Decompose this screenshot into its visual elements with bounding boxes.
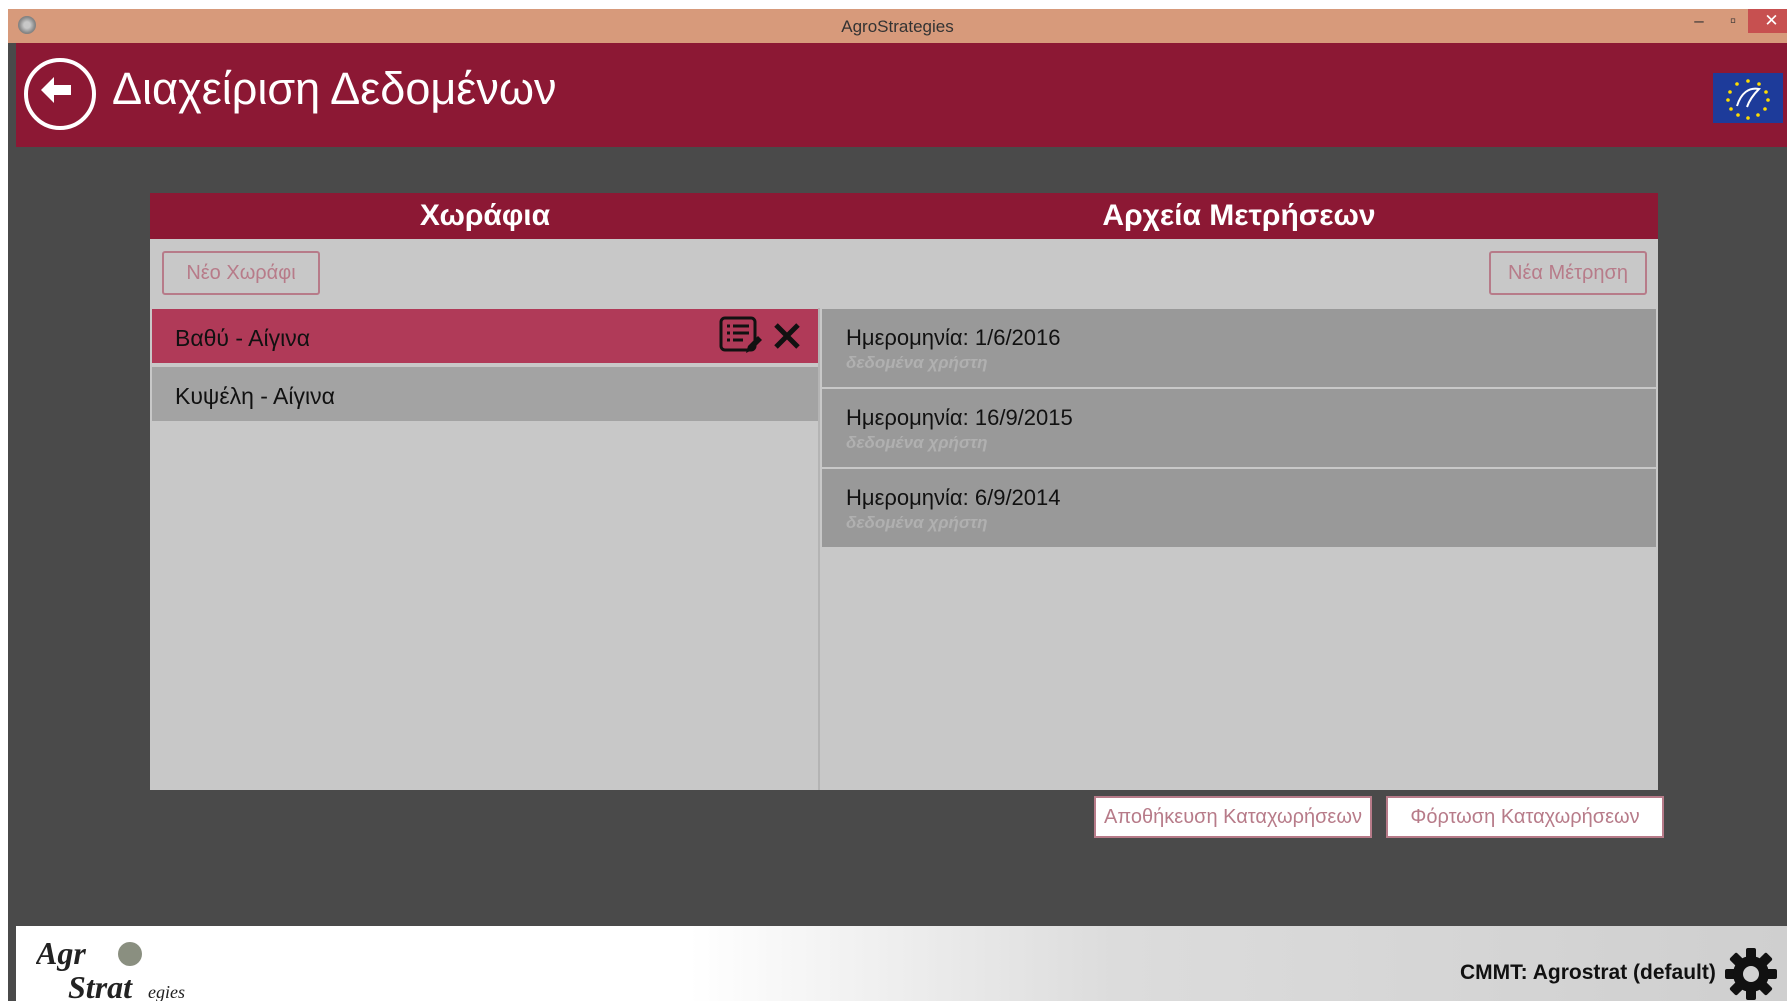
measurement-date: Ημερομηνία: 1/6/2016 <box>846 325 1061 350</box>
measurement-source: δεδομένα χρήστη <box>846 433 988 452</box>
measurement-item[interactable]: Ημερομηνία: 1/6/2016 δεδομένα χρήστη <box>822 309 1656 387</box>
field-item-selected[interactable]: Βαθύ - Αίγινα <box>152 309 818 363</box>
back-button[interactable] <box>24 58 96 130</box>
window-title: AgroStrategies <box>841 17 954 36</box>
measurement-item[interactable]: Ημερομηνία: 6/9/2014 δεδομένα χρήστη <box>822 469 1656 547</box>
footer-bar: Agr Strat egies CMMT: Agrostrat (default… <box>16 926 1787 1001</box>
cmmt-status: CMMT: Agrostrat (default) <box>1460 961 1716 984</box>
panel-divider <box>818 308 820 790</box>
fields-heading: Χωράφια <box>150 193 820 239</box>
measurements-heading: Αρχεία Μετρήσεων <box>820 193 1658 239</box>
measurement-source: δεδομένα χρήστη <box>846 513 988 532</box>
minimize-button[interactable]: – <box>1684 9 1714 33</box>
life-eu-logo <box>1713 73 1783 123</box>
measurement-date: Ημερομηνία: 6/9/2014 <box>846 485 1061 510</box>
title-bar: AgroStrategies – ▫ ✕ <box>8 9 1787 43</box>
new-measurement-button[interactable]: Νέα Μέτρηση <box>1489 251 1647 295</box>
maximize-button[interactable]: ▫ <box>1718 9 1748 33</box>
svg-text:Agr: Agr <box>36 935 86 971</box>
measurement-source: δεδομένα χρήστη <box>846 353 988 372</box>
measurement-date: Ημερομηνία: 16/9/2015 <box>846 405 1073 430</box>
measurement-item[interactable]: Ημερομηνία: 16/9/2015 δεδομένα χρήστη <box>822 389 1656 467</box>
page-header: Διαχείριση Δεδομένων <box>16 43 1787 147</box>
field-item-label: Βαθύ - Αίγινα <box>175 325 311 351</box>
data-panel: Χωράφια Αρχεία Μετρήσεων Νέο Χωράφι Νέα … <box>150 193 1658 790</box>
save-entries-button[interactable]: Αποθήκευση Καταχωρήσεων <box>1094 796 1372 838</box>
load-entries-button[interactable]: Φόρτωση Καταχωρήσεων <box>1386 796 1664 838</box>
back-arrow-icon <box>41 77 71 103</box>
settings-gear-icon[interactable] <box>1723 946 1779 1001</box>
edit-list-icon[interactable] <box>718 315 762 357</box>
delete-field-icon[interactable] <box>772 321 802 351</box>
close-window-button[interactable]: ✕ <box>1748 9 1787 33</box>
app-window: AgroStrategies – ▫ ✕ Διαχείριση Δεδομένω… <box>8 9 1787 1001</box>
svg-text:egies: egies <box>148 982 185 1001</box>
field-item[interactable]: Κυψέλη - Αίγινα <box>152 367 818 421</box>
new-field-button[interactable]: Νέο Χωράφι <box>162 251 320 295</box>
agrostrategies-logo: Agr Strat egies <box>34 934 206 1001</box>
svg-text:Strat: Strat <box>68 969 133 1001</box>
field-item-label: Κυψέλη - Αίγινα <box>175 383 335 409</box>
page-title: Διαχείριση Δεδομένων <box>112 63 557 114</box>
